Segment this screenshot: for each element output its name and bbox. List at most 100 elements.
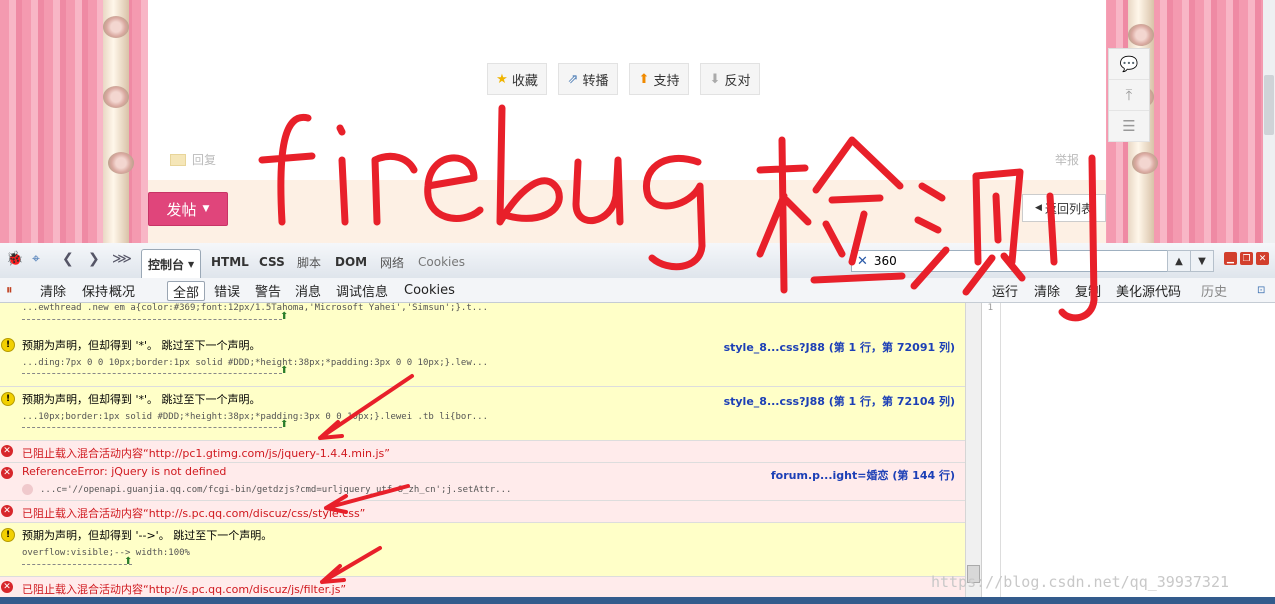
- console-subtoolbar: ⏸ 清除 保持 概况 全部 错误 警告 消息 调试信息 Cookies 运行 清…: [0, 278, 1275, 303]
- console-row-message: 预期为声明，但却得到 '*'。 跳过至下一个声明。: [22, 393, 261, 406]
- clear-editor-button[interactable]: 清除: [1032, 281, 1062, 300]
- console-row-message: 已阻止载入混合活动内容“http://pc1.gtimg.com/js/jque…: [22, 447, 390, 460]
- arrow-down-icon: ⬇: [709, 71, 721, 87]
- rose-icon: [103, 16, 129, 38]
- filter-info-button[interactable]: 消息: [293, 281, 323, 300]
- command-line-icon[interactable]: ⋙: [112, 251, 132, 267]
- console-row-message: 已阻止载入混合活动内容“http://s.pc.qq.com/discuz/cs…: [22, 507, 366, 520]
- run-button[interactable]: 运行: [990, 281, 1020, 300]
- favorite-label: 收藏: [511, 73, 538, 89]
- console-row-code: ...c='//openapi.guanjia.qq.com/fcgi-bin/…: [40, 485, 512, 495]
- report-link[interactable]: 举报: [1055, 151, 1079, 168]
- filter-errors-button[interactable]: 错误: [212, 281, 242, 300]
- profile-button[interactable]: 概况: [107, 281, 137, 300]
- search-prev-button[interactable]: ▲: [1167, 250, 1191, 272]
- break-on-error-icon[interactable]: ⏸: [4, 281, 15, 299]
- console-row-code: overflow:visible;--> width:100%: [22, 548, 190, 558]
- list-icon[interactable]: ☰: [1109, 111, 1149, 142]
- tab-css[interactable]: CSS: [253, 251, 291, 273]
- command-editor[interactable]: [981, 303, 1275, 597]
- reply-link[interactable]: 回复: [170, 151, 216, 168]
- console-row-code: ...10px;border:1px solid #DDD;*height:38…: [22, 412, 488, 422]
- console-row-divider: [22, 373, 282, 374]
- forward-arrow-icon[interactable]: ❯: [88, 251, 100, 267]
- console-row-source-link[interactable]: style_8...css?J88 (第 1 行，第 72104 列): [724, 393, 955, 409]
- close-icon[interactable]: ✕: [1256, 252, 1269, 265]
- oppose-button[interactable]: ⬇ 反对: [700, 63, 760, 95]
- console-row-source-link[interactable]: style_8...css?J88 (第 1 行，第 72091 列): [724, 339, 955, 355]
- console-row[interactable]: ! 预期为声明，但却得到 '*'。 跳过至下一个声明。 style_8...cs…: [0, 387, 965, 441]
- new-post-label: 发帖: [166, 200, 197, 219]
- favorite-button[interactable]: ★ 收藏: [487, 63, 547, 95]
- comment-icon[interactable]: 💬: [1109, 49, 1149, 80]
- console-scrollbar[interactable]: [965, 303, 981, 597]
- filter-all-button[interactable]: 全部: [167, 281, 206, 301]
- expand-stack-icon[interactable]: [22, 484, 33, 495]
- console-row-message: 预期为声明，但却得到 '*'。 跳过至下一个声明。: [22, 339, 261, 352]
- tab-console[interactable]: 控制台 ▼: [141, 249, 202, 278]
- search-next-button[interactable]: ▼: [1190, 250, 1214, 272]
- rose-icon: [108, 152, 134, 174]
- console-row[interactable]: ...ewthread .new em a{color:#369;font:12…: [0, 303, 965, 334]
- console-row-divider: [22, 427, 282, 428]
- console-row-divider: [22, 319, 282, 320]
- pretty-print-button[interactable]: 美化源代码: [1114, 281, 1183, 300]
- os-taskbar: [0, 597, 1275, 604]
- caret-left-icon: ◀: [1035, 203, 1042, 213]
- page-scrollbar-thumb[interactable]: [1264, 75, 1274, 135]
- minimize-icon[interactable]: ▁: [1224, 252, 1237, 265]
- console-row[interactable]: ✕ 已阻止载入混合活动内容“http://s.pc.qq.com/discuz/…: [0, 501, 965, 523]
- clear-search-icon[interactable]: ✕: [857, 254, 868, 269]
- console-row-message: 预期为声明，但却得到 '-->'。 跳过至下一个声明。: [22, 529, 273, 542]
- search-box[interactable]: ✕ 360: [851, 250, 1168, 272]
- history-button[interactable]: 历史: [1199, 281, 1229, 300]
- persist-button[interactable]: 保持: [80, 281, 110, 300]
- tab-dom[interactable]: DOM: [329, 251, 373, 273]
- tab-script[interactable]: 脚本: [291, 251, 327, 273]
- filter-warnings-button[interactable]: 警告: [253, 281, 283, 300]
- support-button[interactable]: ⬆ 支持: [629, 63, 689, 95]
- back-arrow-icon[interactable]: ❮: [62, 251, 74, 267]
- reply-label: 回复: [192, 153, 217, 167]
- tab-network[interactable]: 网络: [374, 251, 410, 273]
- rose-icon: [103, 86, 129, 108]
- clear-button[interactable]: 清除: [38, 281, 68, 300]
- filter-debug-button[interactable]: 调试信息: [334, 281, 390, 300]
- share-button[interactable]: ⇗ 转播: [558, 63, 618, 95]
- pointer-arrow-icon: ⬆: [280, 419, 289, 430]
- inspect-icon[interactable]: ⌖: [32, 251, 40, 267]
- editor-line-number: 1: [987, 303, 994, 313]
- back-to-list-label: 返回列表: [1044, 201, 1093, 216]
- caret-down-icon: ▼: [202, 204, 210, 214]
- tab-cookies[interactable]: Cookies: [412, 251, 471, 273]
- rose-icon: [1132, 152, 1158, 174]
- post-content-area: ★ 收藏 ⇗ 转播 ⬆ 支持 ⬇ 反对 回复 举报 发帖 ▼ ◀ 返回列表: [148, 0, 1106, 243]
- restore-icon[interactable]: ❐: [1240, 252, 1253, 265]
- expand-editor-icon[interactable]: ⊡: [1255, 281, 1267, 299]
- console-row[interactable]: ✕ ReferenceError: jQuery is not defined …: [0, 463, 965, 501]
- console-row[interactable]: ! 预期为声明，但却得到 '-->'。 跳过至下一个声明。 overflow:v…: [0, 523, 965, 577]
- copy-button[interactable]: 复制: [1073, 281, 1103, 300]
- warning-icon: !: [1, 392, 15, 406]
- watermark: https://blog.csdn.net/qq_39937321: [931, 573, 1230, 591]
- share-label: 转播: [582, 73, 609, 89]
- new-post-button[interactable]: 发帖 ▼: [148, 192, 228, 226]
- warning-icon: !: [1, 528, 15, 542]
- error-icon: ✕: [1, 581, 13, 593]
- pointer-arrow-icon: ⬆: [280, 365, 289, 376]
- console-row-source-link[interactable]: forum.p...ight=婚恋 (第 144 行): [771, 467, 955, 483]
- firebug-toolbar: 🐞 ⌖ ❮ ❯ ⋙ 控制台 ▼ HTML CSS 脚本 DOM 网络 Cooki…: [0, 243, 1275, 279]
- firebug-bug-icon[interactable]: 🐞: [6, 251, 23, 267]
- back-to-top-icon[interactable]: ⤒: [1109, 80, 1149, 111]
- star-icon: ★: [496, 71, 508, 87]
- error-icon: ✕: [1, 467, 13, 479]
- tab-html[interactable]: HTML: [205, 251, 255, 273]
- web-page: ★ 收藏 ⇗ 转播 ⬆ 支持 ⬇ 反对 回复 举报 发帖 ▼ ◀ 返回列表 �: [0, 0, 1275, 243]
- search-input[interactable]: 360: [874, 254, 897, 268]
- tab-console-label: 控制台: [148, 257, 185, 272]
- console-row[interactable]: ✕ 已阻止载入混合活动内容“http://pc1.gtimg.com/js/jq…: [0, 441, 965, 463]
- console-row-divider: [22, 564, 132, 565]
- back-to-list-button[interactable]: ◀ 返回列表: [1022, 194, 1106, 222]
- console-row[interactable]: ! 预期为声明，但却得到 '*'。 跳过至下一个声明。 style_8...cs…: [0, 333, 965, 387]
- filter-cookies-button[interactable]: Cookies: [402, 281, 457, 299]
